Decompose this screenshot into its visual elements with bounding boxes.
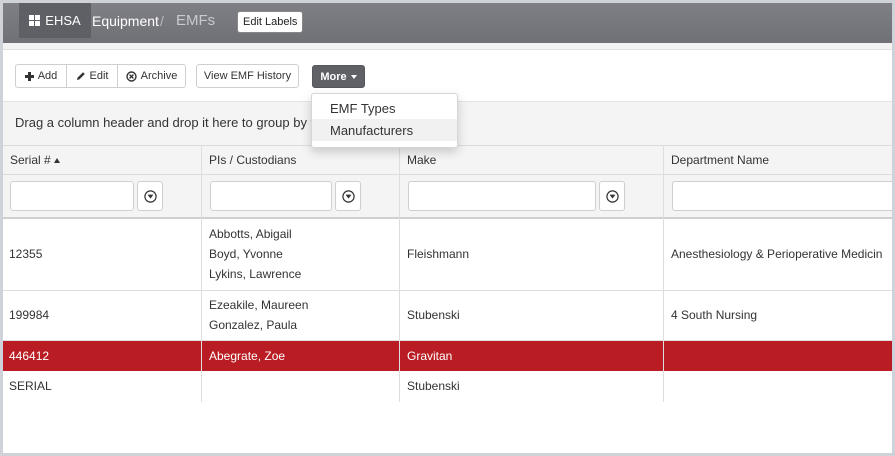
top-navbar: EHSA Equipment / EMFs Edit Labels (3, 3, 892, 43)
edit-label: Edit (89, 70, 109, 82)
menu-item-manufacturers[interactable]: Manufacturers (312, 119, 457, 141)
more-dropdown-button[interactable]: More (312, 65, 365, 88)
menu-item-emf-types[interactable]: EMF Types (312, 97, 457, 119)
add-button[interactable]: Add (15, 64, 67, 88)
table-row-selected[interactable]: 446412 Abegrate, Zoe Gravitan (3, 341, 892, 371)
table-row[interactable]: 12355 Abbotts, Abigail Boyd, Yvonne Lyki… (3, 219, 892, 291)
custodian-name: Ezeakile, Maureen (209, 298, 309, 312)
cell-make: Fleishmann (407, 247, 470, 261)
table-row[interactable]: 199984 Ezeakile, Maureen Gonzalez, Paula… (3, 291, 892, 341)
make-filter-input[interactable] (408, 181, 596, 211)
cell-make: Gravitan (407, 349, 453, 363)
serial-filter-input[interactable] (10, 181, 134, 211)
add-label: Add (37, 70, 58, 82)
cell-department: Anesthesiology & Perioperative Medicin (671, 247, 883, 261)
view-emf-history-button[interactable]: View EMF History (196, 64, 299, 88)
column-divider (663, 146, 664, 402)
brand-label: EHSA (45, 13, 81, 28)
custodian-name: Lykins, Lawrence (209, 267, 302, 281)
cell-serial: SERIAL (9, 379, 52, 393)
serial-filter-button[interactable] (137, 181, 163, 211)
archive-button[interactable]: Archive (117, 64, 186, 88)
plus-icon (24, 71, 34, 81)
cell-serial: 446412 (9, 349, 50, 363)
custodians-filter-button[interactable] (335, 181, 361, 211)
archive-icon (125, 70, 137, 82)
make-filter-button[interactable] (599, 181, 625, 211)
cell-custodians: Ezeakile, Maureen Gonzalez, Paula (209, 295, 308, 335)
grid-icon (29, 15, 41, 26)
cell-department: 4 South Nursing (671, 308, 758, 322)
column-divider (201, 146, 202, 402)
custodian-name: Boyd, Yvonne (209, 247, 283, 261)
filter-icon (605, 189, 619, 203)
filter-icon (143, 189, 157, 203)
grid-filter-row (3, 175, 892, 219)
filter-icon (341, 189, 355, 203)
breadcrumb-current: EMFs (176, 12, 216, 29)
cell-make: Stubenski (407, 379, 460, 393)
column-header-serial[interactable]: Serial # (10, 153, 60, 167)
column-divider (399, 146, 400, 402)
archive-label: Archive (140, 70, 178, 82)
grid-header-row: Serial # PIs / Custodians Make Departmen… (3, 146, 892, 175)
column-header-department[interactable]: Department Name (671, 153, 769, 167)
department-filter-input[interactable] (672, 181, 892, 211)
more-label: More (320, 70, 347, 83)
custodian-name: Abbotts, Abigail (209, 227, 292, 241)
pencil-icon (76, 72, 85, 80)
sort-ascending-icon (53, 158, 60, 163)
column-header-custodians[interactable]: PIs / Custodians (209, 153, 296, 167)
caret-down-icon (350, 74, 357, 79)
column-header-make[interactable]: Make (407, 153, 436, 167)
cell-serial: 199984 (9, 308, 50, 322)
column-header-serial-label: Serial # (10, 153, 51, 167)
cell-serial: 12355 (9, 247, 43, 261)
group-panel-hint: Drag a column header and drop it here to… (15, 115, 322, 130)
header-divider (3, 43, 892, 50)
cell-custodians: Abbotts, Abigail Boyd, Yvonne Lykins, La… (209, 224, 301, 284)
custodian-name: Gonzalez, Paula (209, 318, 298, 332)
custodians-filter-input[interactable] (210, 181, 332, 211)
brand-link[interactable]: EHSA (19, 3, 91, 38)
breadcrumb-equipment[interactable]: Equipment (92, 3, 159, 38)
cell-make: Stubenski (407, 308, 460, 322)
emf-grid: Serial # PIs / Custodians Make Departmen… (3, 146, 892, 402)
cell-custodians: Abegrate, Zoe (209, 349, 286, 363)
edit-labels-button[interactable]: Edit Labels (237, 11, 304, 33)
edit-button[interactable]: Edit (66, 64, 118, 88)
table-row[interactable]: SERIAL Stubenski (3, 371, 892, 402)
breadcrumb-separator: / (160, 12, 164, 29)
more-dropdown-menu: EMF Types Manufacturers (311, 93, 458, 148)
